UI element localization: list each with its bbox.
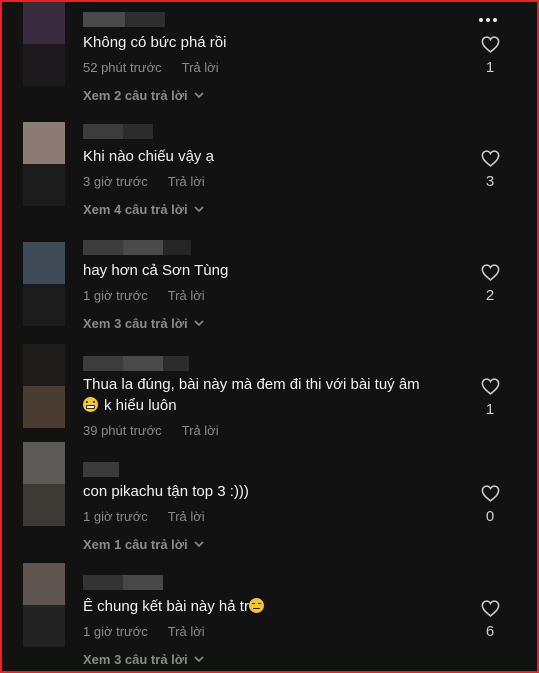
timestamp: 52 phút trước [83, 60, 162, 75]
view-replies-label: Xem 2 câu trả lời [83, 88, 188, 103]
username-blurred[interactable] [83, 462, 119, 477]
like-control: 3 [478, 150, 502, 190]
comment-meta: 1 giờ trước Trả lời [83, 624, 205, 639]
view-replies-button[interactable]: Xem 4 câu trả lời [83, 202, 204, 217]
comment-meta: 52 phút trước Trả lời [83, 60, 219, 75]
heart-icon[interactable] [481, 150, 500, 167]
like-control: 2 [478, 264, 502, 304]
chevron-down-icon [194, 92, 204, 99]
username-blurred[interactable] [83, 124, 153, 139]
like-count: 1 [485, 401, 495, 418]
view-replies-button[interactable]: Xem 3 câu trả lời [83, 652, 204, 667]
username-blurred[interactable] [83, 12, 165, 27]
reply-button[interactable]: Trả lời [168, 174, 205, 189]
timestamp: 1 giờ trước [83, 509, 148, 524]
timestamp: 39 phút trước [83, 423, 162, 438]
reply-button[interactable]: Trả lời [168, 288, 205, 303]
heart-icon[interactable] [481, 36, 500, 53]
heart-icon[interactable] [481, 485, 500, 502]
avatar[interactable] [23, 122, 65, 206]
username-blurred[interactable] [83, 240, 191, 255]
view-replies-label: Xem 3 câu trả lời [83, 652, 188, 667]
like-control: 6 [478, 600, 502, 640]
chevron-down-icon [194, 656, 204, 663]
comment-meta: 1 giờ trước Trả lời [83, 288, 205, 303]
view-replies-label: Xem 1 câu trả lời [83, 537, 188, 552]
reply-button[interactable]: Trả lời [182, 60, 219, 75]
reply-button[interactable]: Trả lời [168, 509, 205, 524]
comment-text: Không có bức phá rồi [83, 34, 227, 51]
comment-text: hay hơn cả Sơn Tùng [83, 262, 229, 279]
comment-text-main: Ê chung kết bài này hả tr [83, 598, 249, 615]
like-count: 2 [485, 287, 495, 304]
more-options-icon[interactable] [479, 18, 497, 22]
like-control: 1 [478, 36, 502, 76]
like-count: 0 [485, 508, 495, 525]
comment-text-line1: Thua la đúng, bài này mà đem đi thi với … [83, 376, 420, 393]
avatar[interactable] [23, 563, 65, 647]
view-replies-button[interactable]: Xem 3 câu trả lời [83, 316, 204, 331]
comment-text: Khi nào chiếu vậy ạ [83, 148, 214, 165]
heart-icon[interactable] [481, 264, 500, 281]
like-count: 1 [485, 59, 495, 76]
avatar[interactable] [23, 442, 65, 526]
like-control: 0 [478, 485, 502, 525]
username-blurred[interactable] [83, 356, 189, 371]
reply-button[interactable]: Trả lời [168, 624, 205, 639]
comment-text-line2: k hiểu luôn [104, 397, 177, 414]
like-count: 3 [485, 173, 495, 190]
comments-panel: Không có bức phá rồi 52 phút trước Trả l… [0, 0, 539, 673]
username-blurred[interactable] [83, 575, 163, 590]
comment-meta: 39 phút trước Trả lời [83, 423, 219, 438]
chevron-down-icon [194, 541, 204, 548]
avatar[interactable] [23, 242, 65, 326]
chevron-down-icon [194, 206, 204, 213]
like-count: 6 [485, 623, 495, 640]
comment-text: Ê chung kết bài này hả tr [83, 596, 453, 617]
chevron-down-icon [194, 320, 204, 327]
heart-icon[interactable] [481, 600, 500, 617]
like-control: 1 [478, 378, 502, 418]
view-replies-label: Xem 4 câu trả lời [83, 202, 188, 217]
view-replies-label: Xem 3 câu trả lời [83, 316, 188, 331]
disappointed-face-emoji-icon [248, 598, 264, 613]
view-replies-button[interactable]: Xem 1 câu trả lời [83, 537, 204, 552]
comment-text: Thua la đúng, bài này mà đem đi thi với … [83, 374, 453, 416]
reply-button[interactable]: Trả lời [182, 423, 219, 438]
avatar[interactable] [23, 344, 65, 428]
comment-meta: 3 giờ trước Trả lời [83, 174, 205, 189]
comment-text: con pikachu tận top 3 :))) [83, 483, 249, 500]
heart-icon[interactable] [481, 378, 500, 395]
comment-meta: 1 giờ trước Trả lời [83, 509, 205, 524]
timestamp: 1 giờ trước [83, 624, 148, 639]
timestamp: 1 giờ trước [83, 288, 148, 303]
view-replies-button[interactable]: Xem 2 câu trả lời [83, 88, 204, 103]
timestamp: 3 giờ trước [83, 174, 148, 189]
avatar[interactable] [23, 2, 65, 86]
grimacing-emoji-icon [83, 397, 98, 412]
